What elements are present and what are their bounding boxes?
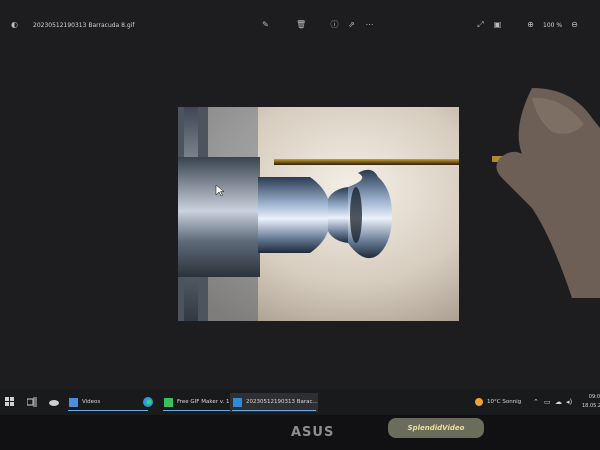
slideshow-icon[interactable]: ▣ [493, 20, 502, 29]
hand-holding-pencil [492, 88, 600, 298]
photo-viewer-toolbar: ◐ 20230512190313 Barracuda 8.gif ✎ 🗑 ⓘ ⇗… [0, 12, 600, 38]
zoom-out-icon[interactable]: ⊖ [570, 20, 579, 29]
task-view-icon[interactable] [26, 397, 37, 407]
system-clock[interactable]: 09:0 18.05.2 [582, 393, 600, 411]
more-icon[interactable]: ⋯ [365, 20, 374, 29]
share-icon[interactable]: ⇗ [347, 20, 356, 29]
cloud-sync-icon[interactable]: ☁ [555, 395, 562, 410]
monitor-screen: ◐ 20230512190313 Barracuda 8.gif ✎ 🗑 ⓘ ⇗… [0, 0, 600, 415]
taskbar-item-photos[interactable]: 20230512190313 Barac... [230, 393, 318, 412]
edit-icon[interactable]: ✎ [261, 20, 270, 29]
chevron-up-icon[interactable]: ⌃ [533, 395, 539, 410]
weather-widget[interactable]: 10°C Sonnig [487, 395, 521, 410]
gif-maker-icon [164, 398, 173, 407]
network-icon[interactable]: ▭ [544, 395, 551, 410]
delete-icon[interactable]: 🗑 [296, 20, 306, 29]
clock-date: 18.05.2 [582, 403, 600, 409]
clock-time: 09:0 [588, 394, 600, 400]
window-title: 20230512190313 Barracuda 8.gif [33, 22, 135, 29]
cloud-icon[interactable] [49, 397, 59, 407]
info-icon[interactable]: ⓘ [330, 20, 339, 29]
zoom-in-icon[interactable]: ⊕ [526, 20, 535, 29]
app-icon: ◐ [11, 20, 18, 29]
task-label: Free GIF Maker v. 1... [177, 399, 235, 405]
splendid-video-badge: SplendidVideo [388, 418, 484, 438]
monitor-brand-logo: ASUS [291, 425, 335, 440]
zoom-level: 100 % [543, 22, 563, 29]
expand-icon[interactable]: ⤢ [476, 20, 485, 29]
windows-taskbar: Videos Free GIF Maker v. 1... 2023051219… [0, 390, 600, 415]
edge-icon[interactable] [143, 397, 153, 407]
taskbar-item-videos[interactable]: Videos [66, 393, 150, 412]
sun-icon[interactable] [474, 397, 484, 407]
folder-icon [69, 398, 78, 407]
lathe-photo [178, 107, 459, 321]
task-label: 20230512190313 Barac... [246, 399, 318, 405]
photos-icon [233, 398, 242, 407]
task-label: Videos [82, 399, 101, 405]
start-icon[interactable] [5, 397, 15, 407]
image-canvas[interactable] [178, 107, 459, 321]
volume-icon[interactable]: ◂) [566, 395, 572, 410]
